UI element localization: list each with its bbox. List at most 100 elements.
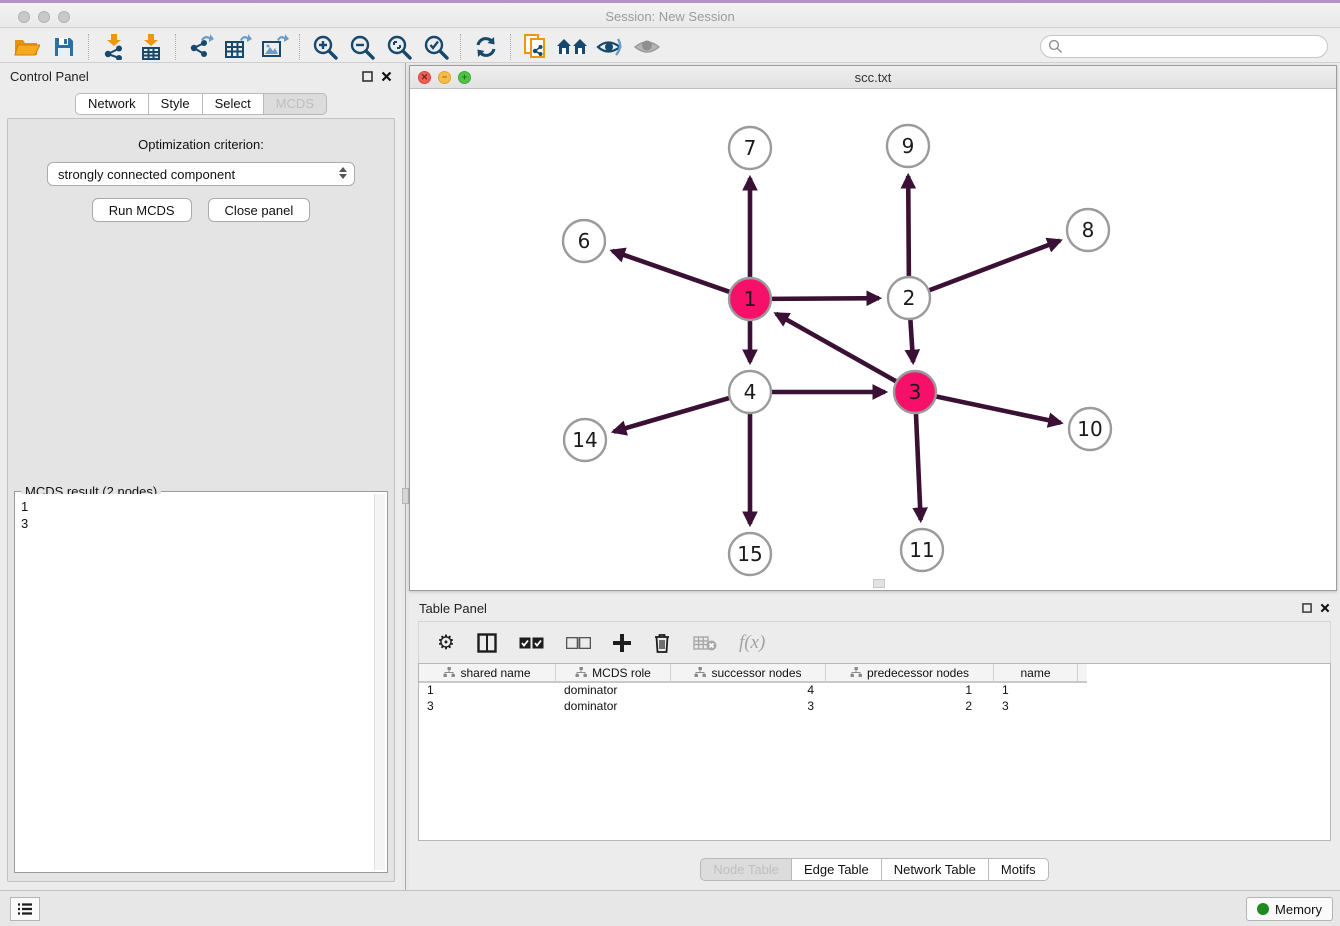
export-table-button[interactable] — [219, 33, 256, 61]
clone-network-button[interactable] — [517, 33, 554, 61]
hide-graphics-details-button[interactable] — [591, 33, 628, 61]
graph-node-2[interactable]: 2 — [888, 277, 930, 319]
delete-table-icon[interactable] — [693, 635, 717, 651]
column-header-MCDS-role[interactable]: MCDS role — [556, 664, 671, 681]
run-mcds-button[interactable]: Run MCDS — [92, 198, 192, 222]
table-row[interactable]: 3dominator323 — [419, 699, 1330, 715]
add-column-icon[interactable] — [613, 634, 631, 652]
zoom-in-button[interactable] — [306, 33, 343, 61]
edge-3-11[interactable] — [916, 412, 921, 520]
import-network-icon — [102, 34, 126, 60]
graph-node-11[interactable]: 11 — [901, 529, 943, 571]
graph-node-9[interactable]: 9 — [887, 125, 929, 167]
tab-mcds[interactable]: MCDS — [263, 93, 327, 115]
show-graphics-details-button[interactable] — [628, 33, 665, 61]
cell-name[interactable]: 3 — [994, 699, 1078, 715]
zoom-fit-button[interactable] — [380, 33, 417, 61]
edge-3-10[interactable] — [935, 396, 1061, 423]
zoom-out-button[interactable] — [343, 33, 380, 61]
canvas-resize-grip[interactable] — [873, 579, 885, 588]
graph-node-14[interactable]: 14 — [564, 419, 606, 461]
tab-edge-table[interactable]: Edge Table — [791, 858, 881, 881]
close-table-panel-icon[interactable] — [1320, 603, 1330, 613]
import-network-button[interactable] — [95, 33, 132, 61]
network-graph[interactable]: 7 9 6 8 1 2 4 3 14 10 15 11 — [410, 90, 1335, 590]
memory-button[interactable]: Memory — [1246, 897, 1333, 921]
home-pair-button[interactable] — [554, 33, 591, 61]
graph-node-10[interactable]: 10 — [1069, 408, 1111, 450]
mcds-panel: Optimization criterion: strongly connect… — [7, 118, 395, 882]
column-header-predecessor-nodes[interactable]: predecessor nodes — [826, 664, 994, 681]
hierarchy-icon — [575, 667, 587, 678]
cell-predecessor-nodes[interactable]: 2 — [826, 699, 994, 715]
zoom-selected-icon — [423, 34, 449, 60]
tab-network[interactable]: Network — [75, 93, 148, 115]
cell-name[interactable]: 1 — [994, 683, 1078, 699]
task-history-button[interactable] — [10, 897, 40, 921]
tab-network-table[interactable]: Network Table — [881, 858, 988, 881]
node-table[interactable]: shared nameMCDS rolesuccessor nodesprede… — [418, 663, 1331, 841]
tab-style[interactable]: Style — [148, 93, 202, 115]
refresh-icon — [474, 35, 498, 59]
close-panel-button[interactable]: Close panel — [208, 198, 311, 222]
cell-shared-name[interactable]: 3 — [419, 699, 556, 715]
cell-predecessor-nodes[interactable]: 1 — [826, 683, 994, 699]
svg-text:11: 11 — [909, 538, 934, 562]
export-image-button[interactable] — [256, 33, 293, 61]
edge-4-14[interactable] — [614, 398, 731, 432]
edge-2-3[interactable] — [910, 318, 913, 362]
memory-label: Memory — [1275, 902, 1322, 917]
table-settings-icon[interactable]: ⚙ — [437, 633, 455, 653]
edge-1-2[interactable] — [770, 298, 879, 299]
edge-3-1[interactable] — [776, 314, 897, 382]
column-view-icon[interactable] — [477, 633, 497, 653]
column-header-name[interactable]: name — [994, 664, 1078, 681]
tab-motifs[interactable]: Motifs — [988, 858, 1049, 881]
graph-node-3[interactable]: 3 — [894, 371, 936, 413]
column-header-successor-nodes[interactable]: successor nodes — [671, 664, 826, 681]
graph-node-1[interactable]: 1 — [729, 278, 771, 320]
float-table-panel-icon[interactable] — [1302, 603, 1312, 613]
import-table-button[interactable] — [132, 33, 169, 61]
float-panel-icon[interactable] — [362, 71, 373, 82]
export-network-button[interactable] — [182, 33, 219, 61]
vertical-splitter[interactable] — [402, 63, 409, 890]
splitter-grip[interactable] — [402, 488, 409, 504]
zoom-selected-button[interactable] — [417, 33, 454, 61]
zoom-in-icon — [312, 34, 338, 60]
graph-node-4[interactable]: 4 — [729, 371, 771, 413]
tab-select[interactable]: Select — [202, 93, 263, 115]
save-session-button[interactable] — [45, 33, 82, 61]
tab-node-table[interactable]: Node Table — [700, 858, 791, 881]
graph-node-8[interactable]: 8 — [1067, 209, 1109, 251]
edge-1-6[interactable] — [612, 251, 731, 293]
result-scrollbar[interactable] — [374, 494, 385, 870]
toolbar-separator — [299, 34, 300, 60]
edge-2-9[interactable] — [908, 176, 909, 278]
graph-node-7[interactable]: 7 — [729, 127, 771, 169]
refresh-button[interactable] — [467, 33, 504, 61]
deselect-all-rows-icon[interactable] — [566, 637, 591, 649]
cell-MCDS-role[interactable]: dominator — [556, 699, 671, 715]
close-panel-icon[interactable] — [381, 71, 392, 82]
eye-icon — [633, 36, 661, 58]
apply-function-icon[interactable]: f(x) — [739, 632, 765, 654]
network-window-titlebar[interactable]: ✕ − + scc.txt — [410, 66, 1336, 89]
optimization-criterion-select[interactable]: strongly connected component — [47, 162, 355, 186]
search-input[interactable] — [1040, 35, 1328, 58]
svg-text:1: 1 — [744, 287, 757, 311]
mcds-result-list[interactable]: 13 — [17, 494, 373, 870]
cell-successor-nodes[interactable]: 3 — [671, 699, 826, 715]
delete-column-icon[interactable] — [653, 633, 671, 653]
edge-2-8[interactable] — [928, 241, 1060, 291]
cell-shared-name[interactable]: 1 — [419, 683, 556, 699]
table-row[interactable]: 1dominator411 — [419, 683, 1330, 699]
open-session-button[interactable] — [8, 33, 45, 61]
graph-node-6[interactable]: 6 — [563, 220, 605, 262]
network-canvas[interactable]: 7 9 6 8 1 2 4 3 14 10 15 11 — [410, 90, 1336, 590]
graph-node-15[interactable]: 15 — [729, 533, 771, 575]
cell-successor-nodes[interactable]: 4 — [671, 683, 826, 699]
cell-MCDS-role[interactable]: dominator — [556, 683, 671, 699]
column-header-shared-name[interactable]: shared name — [419, 664, 556, 681]
select-all-rows-icon[interactable] — [519, 637, 544, 649]
